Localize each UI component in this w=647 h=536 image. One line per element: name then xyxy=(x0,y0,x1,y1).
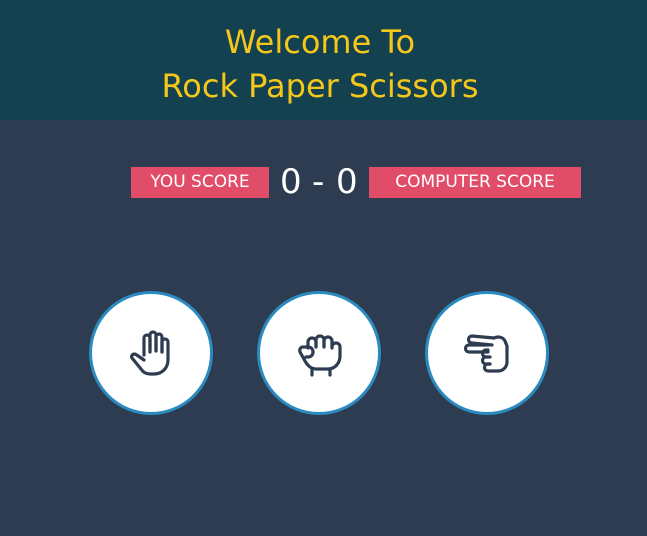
page-title-line2: Rock Paper Scissors xyxy=(161,67,479,105)
header: Welcome To Rock Paper Scissors xyxy=(0,0,647,120)
hand-rock-icon xyxy=(298,334,342,377)
computer-score-label: COMPUTER SCORE xyxy=(369,167,581,198)
paper-choice-button[interactable] xyxy=(89,291,213,415)
score-separator: - xyxy=(312,162,325,202)
scissors-choice-button[interactable] xyxy=(425,291,549,415)
page-title-line1: Welcome To xyxy=(224,23,416,61)
hand-scissors-icon xyxy=(463,334,509,373)
hand-paper-icon xyxy=(130,330,170,376)
rock-choice-button[interactable] xyxy=(257,291,381,415)
user-score-label: YOU SCORE xyxy=(131,167,269,198)
user-score-value: 0 xyxy=(280,162,302,202)
computer-score-value: 0 xyxy=(336,162,358,202)
